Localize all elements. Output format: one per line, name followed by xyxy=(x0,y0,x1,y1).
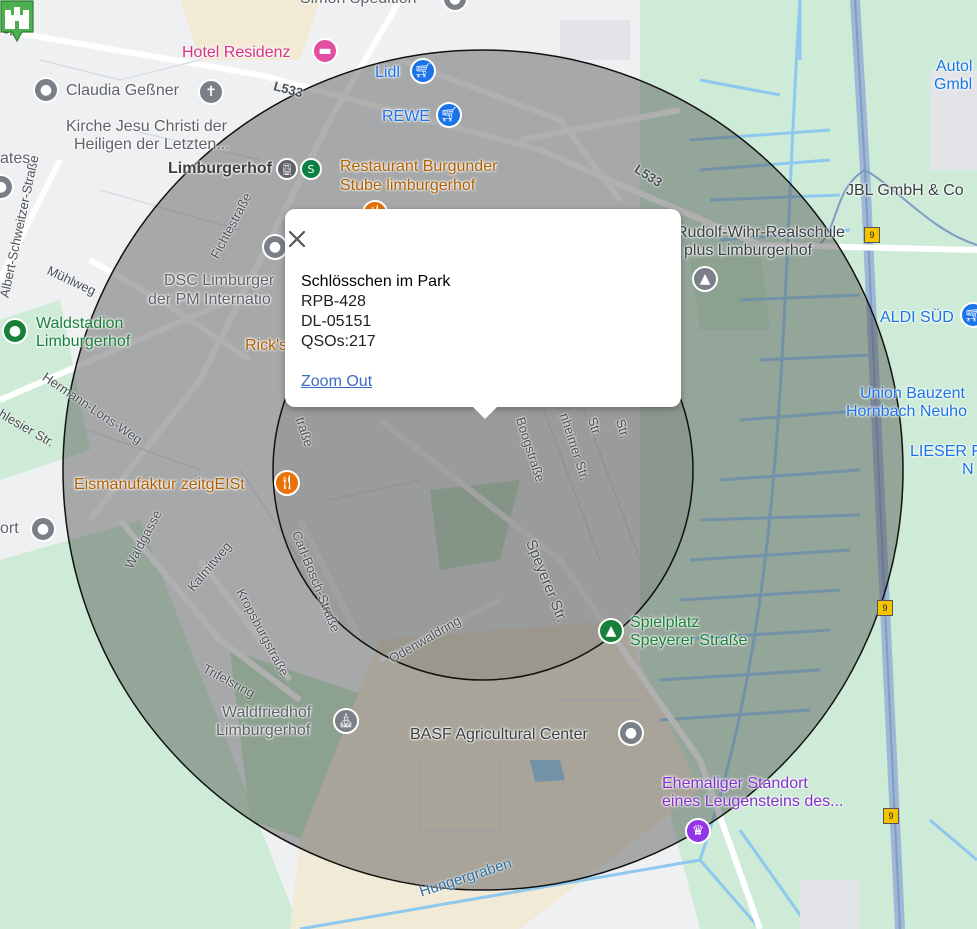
place-label-leugenstein[interactable]: eines Leugensteins des... xyxy=(662,793,843,811)
place-label-autol[interactable]: Gmbl xyxy=(934,76,972,94)
tree-icon[interactable]: ▲ xyxy=(598,618,624,644)
s-bahn-icon: S xyxy=(300,158,322,180)
place-pin-icon[interactable]: ● xyxy=(618,720,644,746)
place-label-lidl[interactable]: Lidl xyxy=(375,64,400,82)
place-label-waldstadion[interactable]: Waldstadion xyxy=(36,315,123,333)
popup-qso-count: QSOs:217 xyxy=(301,333,376,350)
castle-marker-icon[interactable] xyxy=(0,0,34,42)
place-label-dsc[interactable]: DSC Limburger xyxy=(164,272,274,290)
place-label-lieser[interactable]: N xyxy=(962,461,974,479)
landmark-icon[interactable]: ♛ xyxy=(685,818,711,844)
map-canvas[interactable]: L533 L533 Str. Albert-Schweitzer-Straße … xyxy=(0,0,977,929)
popup-dok: DL-05151 xyxy=(301,313,372,330)
place-label-waldstadion[interactable]: Limburgerhof xyxy=(36,333,130,351)
place-label-union-bauzentrum[interactable]: Hornbach Neuho xyxy=(846,403,967,421)
close-icon[interactable] xyxy=(285,227,309,251)
place-label-restaurant-burgunder[interactable]: Stube limburgerhof xyxy=(340,177,475,195)
popup-content: Schlösschen im Park RPB-428 DL-05151 QSO… xyxy=(301,272,450,392)
info-popup: Schlösschen im Park RPB-428 DL-05151 QSO… xyxy=(285,209,681,419)
place-label-church[interactable]: Kirche Jesu Christi der xyxy=(66,118,227,136)
shopping-cart-icon[interactable]: 🛒︎ xyxy=(410,58,436,84)
school-icon[interactable]: ▲ xyxy=(692,266,718,292)
church-icon[interactable]: ✝ xyxy=(198,79,224,105)
highway-shield-b9: 9 xyxy=(883,808,899,824)
place-label-basf[interactable]: BASF Agricultural Center xyxy=(410,726,588,744)
place-label-eismanufaktur[interactable]: Eismanufaktur zeitgEISt xyxy=(74,476,245,494)
place-label-hotel-residenz[interactable]: Hotel Residenz xyxy=(182,44,291,62)
place-label-ates[interactable]: ates xyxy=(0,150,30,168)
place-label-leugenstein[interactable]: Ehemaliger Standort xyxy=(662,775,808,793)
place-label-ort[interactable]: ort xyxy=(0,520,19,538)
place-label-spielplatz[interactable]: Spielplatz xyxy=(630,614,699,632)
cemetery-icon[interactable]: ⛪︎ xyxy=(333,708,359,734)
place-label-simon-spedition[interactable]: Simon Spedition xyxy=(300,0,417,8)
place-label-restaurant-burgunder[interactable]: Restaurant Burgunder xyxy=(340,158,497,176)
restaurant-icon[interactable]: 🍴︎ xyxy=(274,470,300,496)
place-label-church[interactable]: Heiligen der Letzten... xyxy=(74,136,230,154)
place-label-aldi[interactable]: ALDI SÜD xyxy=(880,309,954,327)
place-label-claudia-gessner[interactable]: Claudia Geßner xyxy=(66,82,179,100)
place-pin-icon[interactable]: ● xyxy=(30,516,56,542)
highway-shield-b9: 9 xyxy=(877,600,893,616)
popup-title: Schlösschen im Park xyxy=(301,273,451,290)
place-label-union-bauzentrum[interactable]: Union Bauzent xyxy=(860,385,965,403)
place-label-waldfriedhof[interactable]: Waldfriedhof xyxy=(222,704,311,722)
place-pin-icon[interactable]: ● xyxy=(33,77,59,103)
place-label-dsc[interactable]: der PM Internatio xyxy=(148,291,271,309)
place-label-realschule[interactable]: Rudolf-Wihr-Realschule xyxy=(676,224,845,242)
highway-shield-b9: 9 xyxy=(864,227,880,243)
place-label-spielplatz[interactable]: Speyerer Straße xyxy=(630,632,747,650)
place-label-autol[interactable]: Autol xyxy=(936,58,972,76)
place-label-realschule[interactable]: plus Limburgerhof xyxy=(684,242,812,260)
place-label-limburgerhof-station[interactable]: Limburgerhof xyxy=(168,160,272,178)
place-label-jbl[interactable]: JBL GmbH & Co xyxy=(846,182,964,200)
train-icon: 🚆︎ xyxy=(276,158,298,180)
zoom-out-link[interactable]: Zoom Out xyxy=(301,372,450,392)
hotel-icon[interactable]: ▬ xyxy=(312,38,338,64)
shopping-cart-icon[interactable]: 🛒︎ xyxy=(436,102,462,128)
place-label-ricks[interactable]: Rick's xyxy=(245,337,287,355)
place-label-rewe[interactable]: REWE xyxy=(382,108,430,126)
place-label-waldfriedhof[interactable]: Limburgerhof xyxy=(216,722,310,740)
popup-reference: RPB-428 xyxy=(301,293,366,310)
stadium-icon[interactable]: ● xyxy=(2,318,28,344)
place-label-lieser[interactable]: LIESER F xyxy=(910,443,977,461)
